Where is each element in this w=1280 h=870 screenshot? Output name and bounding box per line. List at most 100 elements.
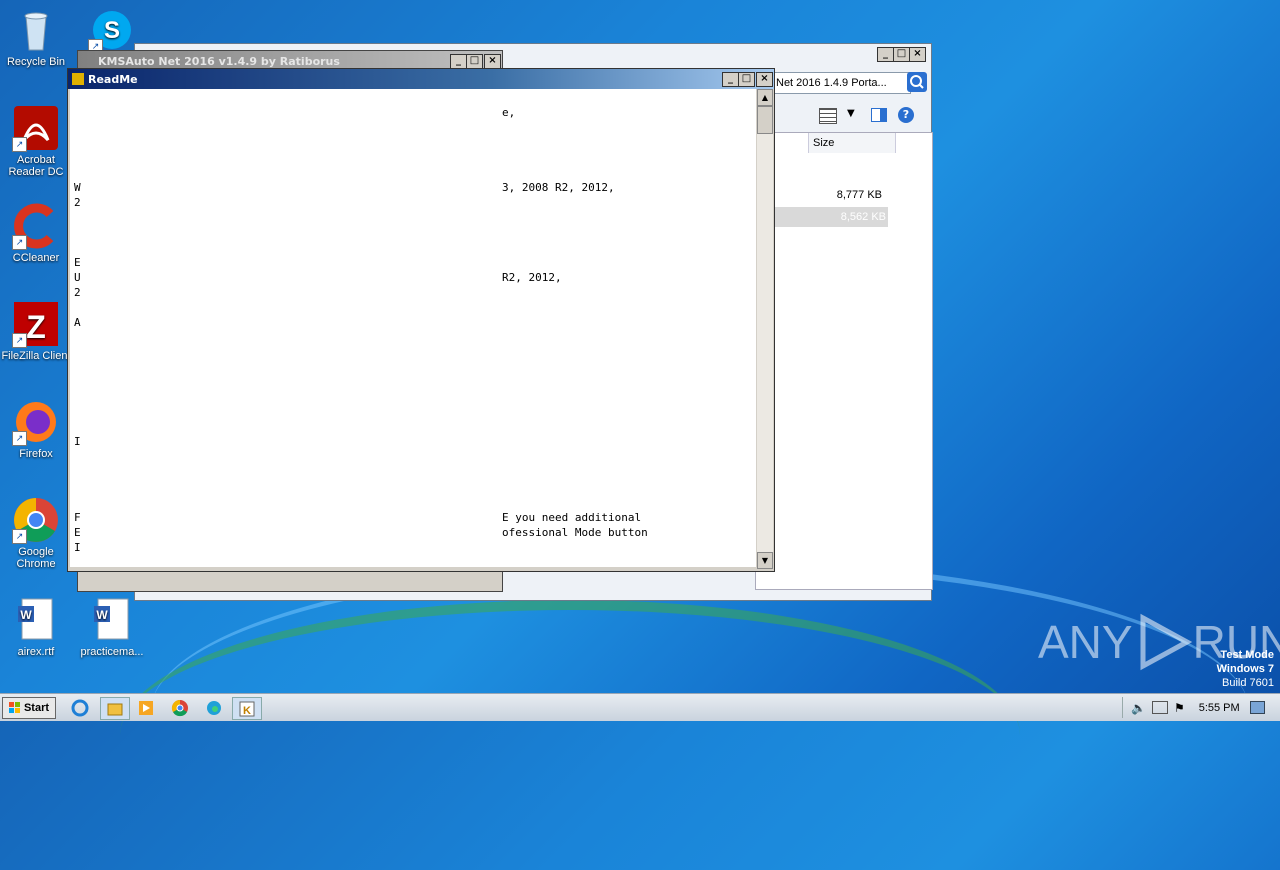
minimize-button[interactable]: _ (722, 72, 739, 87)
edge-icon (207, 700, 221, 715)
word-doc-icon: W (12, 596, 60, 644)
os-name: Windows 7 (1216, 663, 1274, 675)
text-line: W (74, 181, 81, 194)
text-line: 2 (74, 286, 81, 299)
help-icon[interactable]: ? (898, 107, 914, 123)
vertical-scrollbar[interactable]: ▲ ▼ (757, 89, 773, 569)
show-desktop-icon[interactable] (1249, 701, 1265, 714)
desktop-icon-airex[interactable]: W airex.rtf (0, 596, 72, 658)
shortcut-arrow-icon: ↗ (12, 431, 27, 446)
volume-icon[interactable]: 🔈 (1131, 701, 1146, 715)
taskbar-chrome[interactable] (166, 697, 194, 718)
text-line: 2 (74, 196, 81, 209)
watermark-brand: ANY (1038, 616, 1133, 668)
close-button[interactable]: × (484, 54, 501, 69)
view-dropdown-icon[interactable]: ▼ (847, 108, 855, 119)
text-line: I (74, 435, 81, 448)
media-player-icon (139, 700, 153, 715)
start-button[interactable]: Start (2, 697, 56, 719)
scroll-down-button[interactable]: ▼ (757, 552, 773, 569)
scroll-thumb[interactable] (757, 106, 773, 134)
address-bar[interactable]: Net 2016 1.4.9 Porta... (771, 72, 911, 94)
readme-title: ReadMe (88, 72, 138, 86)
taskbar-explorer[interactable] (100, 697, 130, 720)
shortcut-arrow-icon: ↗ (12, 137, 27, 152)
view-toggle-icon[interactable] (819, 108, 837, 124)
file-row[interactable]: 8,562 KB (756, 207, 888, 227)
file-list: Size 8,777 KB 8,562 KB (755, 132, 933, 590)
desktop-icon-label: Acrobat Reader DC (8, 154, 64, 178)
close-button[interactable]: × (756, 72, 773, 87)
filezilla-icon: Z ↗ (12, 300, 60, 348)
minimize-button[interactable]: _ (877, 47, 894, 62)
clock[interactable]: 5:55 PM (1199, 702, 1240, 714)
svg-text:Z: Z (26, 309, 46, 345)
chrome-icon (171, 699, 188, 716)
readme-window: ReadMe _ □ × e, W 3, 2008 R2, 2012, 2 E … (67, 68, 775, 572)
recycle-bin-icon (12, 6, 60, 54)
network-icon[interactable] (1151, 701, 1168, 714)
firefox-icon: ↗ (12, 398, 60, 446)
desktop-icon-label: airex.rtf (17, 646, 55, 658)
svg-text:S: S (104, 17, 120, 44)
minimize-button[interactable]: _ (450, 54, 467, 69)
desktop-icon-label: practicema... (80, 646, 144, 658)
skype-icon: S ↗ (88, 6, 136, 54)
svg-text:W: W (20, 608, 32, 622)
text-line: e, (502, 106, 516, 119)
ccleaner-icon: ↗ (12, 202, 60, 250)
acrobat-icon: ↗ (12, 104, 60, 152)
wallpaper-swoosh (120, 600, 1020, 870)
search-button[interactable] (907, 72, 927, 92)
text-line: I (74, 541, 81, 554)
desktop-icon-filezilla[interactable]: Z ↗ FileZilla Client (0, 300, 72, 362)
svg-text:W: W (96, 608, 108, 622)
desktop-icon-acrobat[interactable]: ↗ Acrobat Reader DC (0, 104, 72, 178)
desktop-icon-label: Firefox (19, 448, 53, 460)
text-line: E you need additional (502, 511, 642, 524)
desktop-icon-chrome[interactable]: ↗ Google Chrome (0, 496, 72, 570)
text-line: E (74, 526, 81, 539)
column-header-size[interactable]: Size (808, 133, 896, 153)
scroll-up-button[interactable]: ▲ (757, 89, 773, 106)
text-line: A (74, 316, 81, 329)
readme-text-area[interactable]: e, W 3, 2008 R2, 2012, 2 E U R2, 2012, 2… (70, 89, 756, 567)
address-text: Net 2016 1.4.9 Porta... (776, 77, 887, 89)
text-line: F (74, 511, 81, 524)
taskbar-media-player[interactable] (132, 697, 160, 718)
taskbar-ie[interactable] (66, 697, 94, 718)
desktop-icon-practicema[interactable]: W practicema... (76, 596, 148, 658)
text-line: R2, 2012, (502, 271, 562, 284)
maximize-button[interactable]: □ (893, 47, 910, 62)
desktop-icon-firefox[interactable]: ↗ Firefox (0, 398, 72, 460)
os-mode: Test Mode (1220, 649, 1274, 661)
desktop-icon-label: Recycle Bin (6, 56, 66, 68)
preview-pane-icon[interactable] (871, 108, 887, 122)
taskbar-kmsauto[interactable]: K (232, 697, 262, 720)
desktop-icon-ccleaner[interactable]: ↗ CCleaner (0, 202, 72, 264)
internet-explorer-icon (71, 699, 89, 716)
text-line: 3, 2008 R2, 2012, (502, 181, 615, 194)
shortcut-arrow-icon: ↗ (12, 333, 27, 348)
action-center-flag-icon[interactable]: ⚑ (1174, 701, 1185, 715)
taskbar-edge[interactable] (200, 697, 228, 718)
chrome-icon: ↗ (12, 496, 60, 544)
folder-icon (107, 703, 123, 715)
search-icon (910, 75, 924, 89)
close-button[interactable]: × (909, 47, 926, 62)
desktop-icon-recycle-bin[interactable]: Recycle Bin (0, 6, 72, 68)
readme-title-bar: ReadMe (68, 69, 774, 89)
maximize-button[interactable]: □ (466, 54, 483, 69)
svg-text:K: K (243, 705, 251, 717)
text-line: U (74, 271, 81, 284)
kmsauto-icon: K (239, 701, 255, 717)
windows-logo-icon (8, 702, 20, 713)
text-line: ofessional Mode button (502, 526, 648, 539)
maximize-button[interactable]: □ (738, 72, 755, 87)
app-icon (72, 73, 84, 85)
text-line: E (74, 256, 81, 269)
desktop-icon-label: Google Chrome (16, 546, 56, 570)
system-tray: 🔈 ⚑ 5:55 PM (1122, 697, 1277, 718)
os-info: Test Mode Windows 7 Build 7601 (1217, 648, 1274, 690)
word-doc-icon: W (88, 596, 136, 644)
